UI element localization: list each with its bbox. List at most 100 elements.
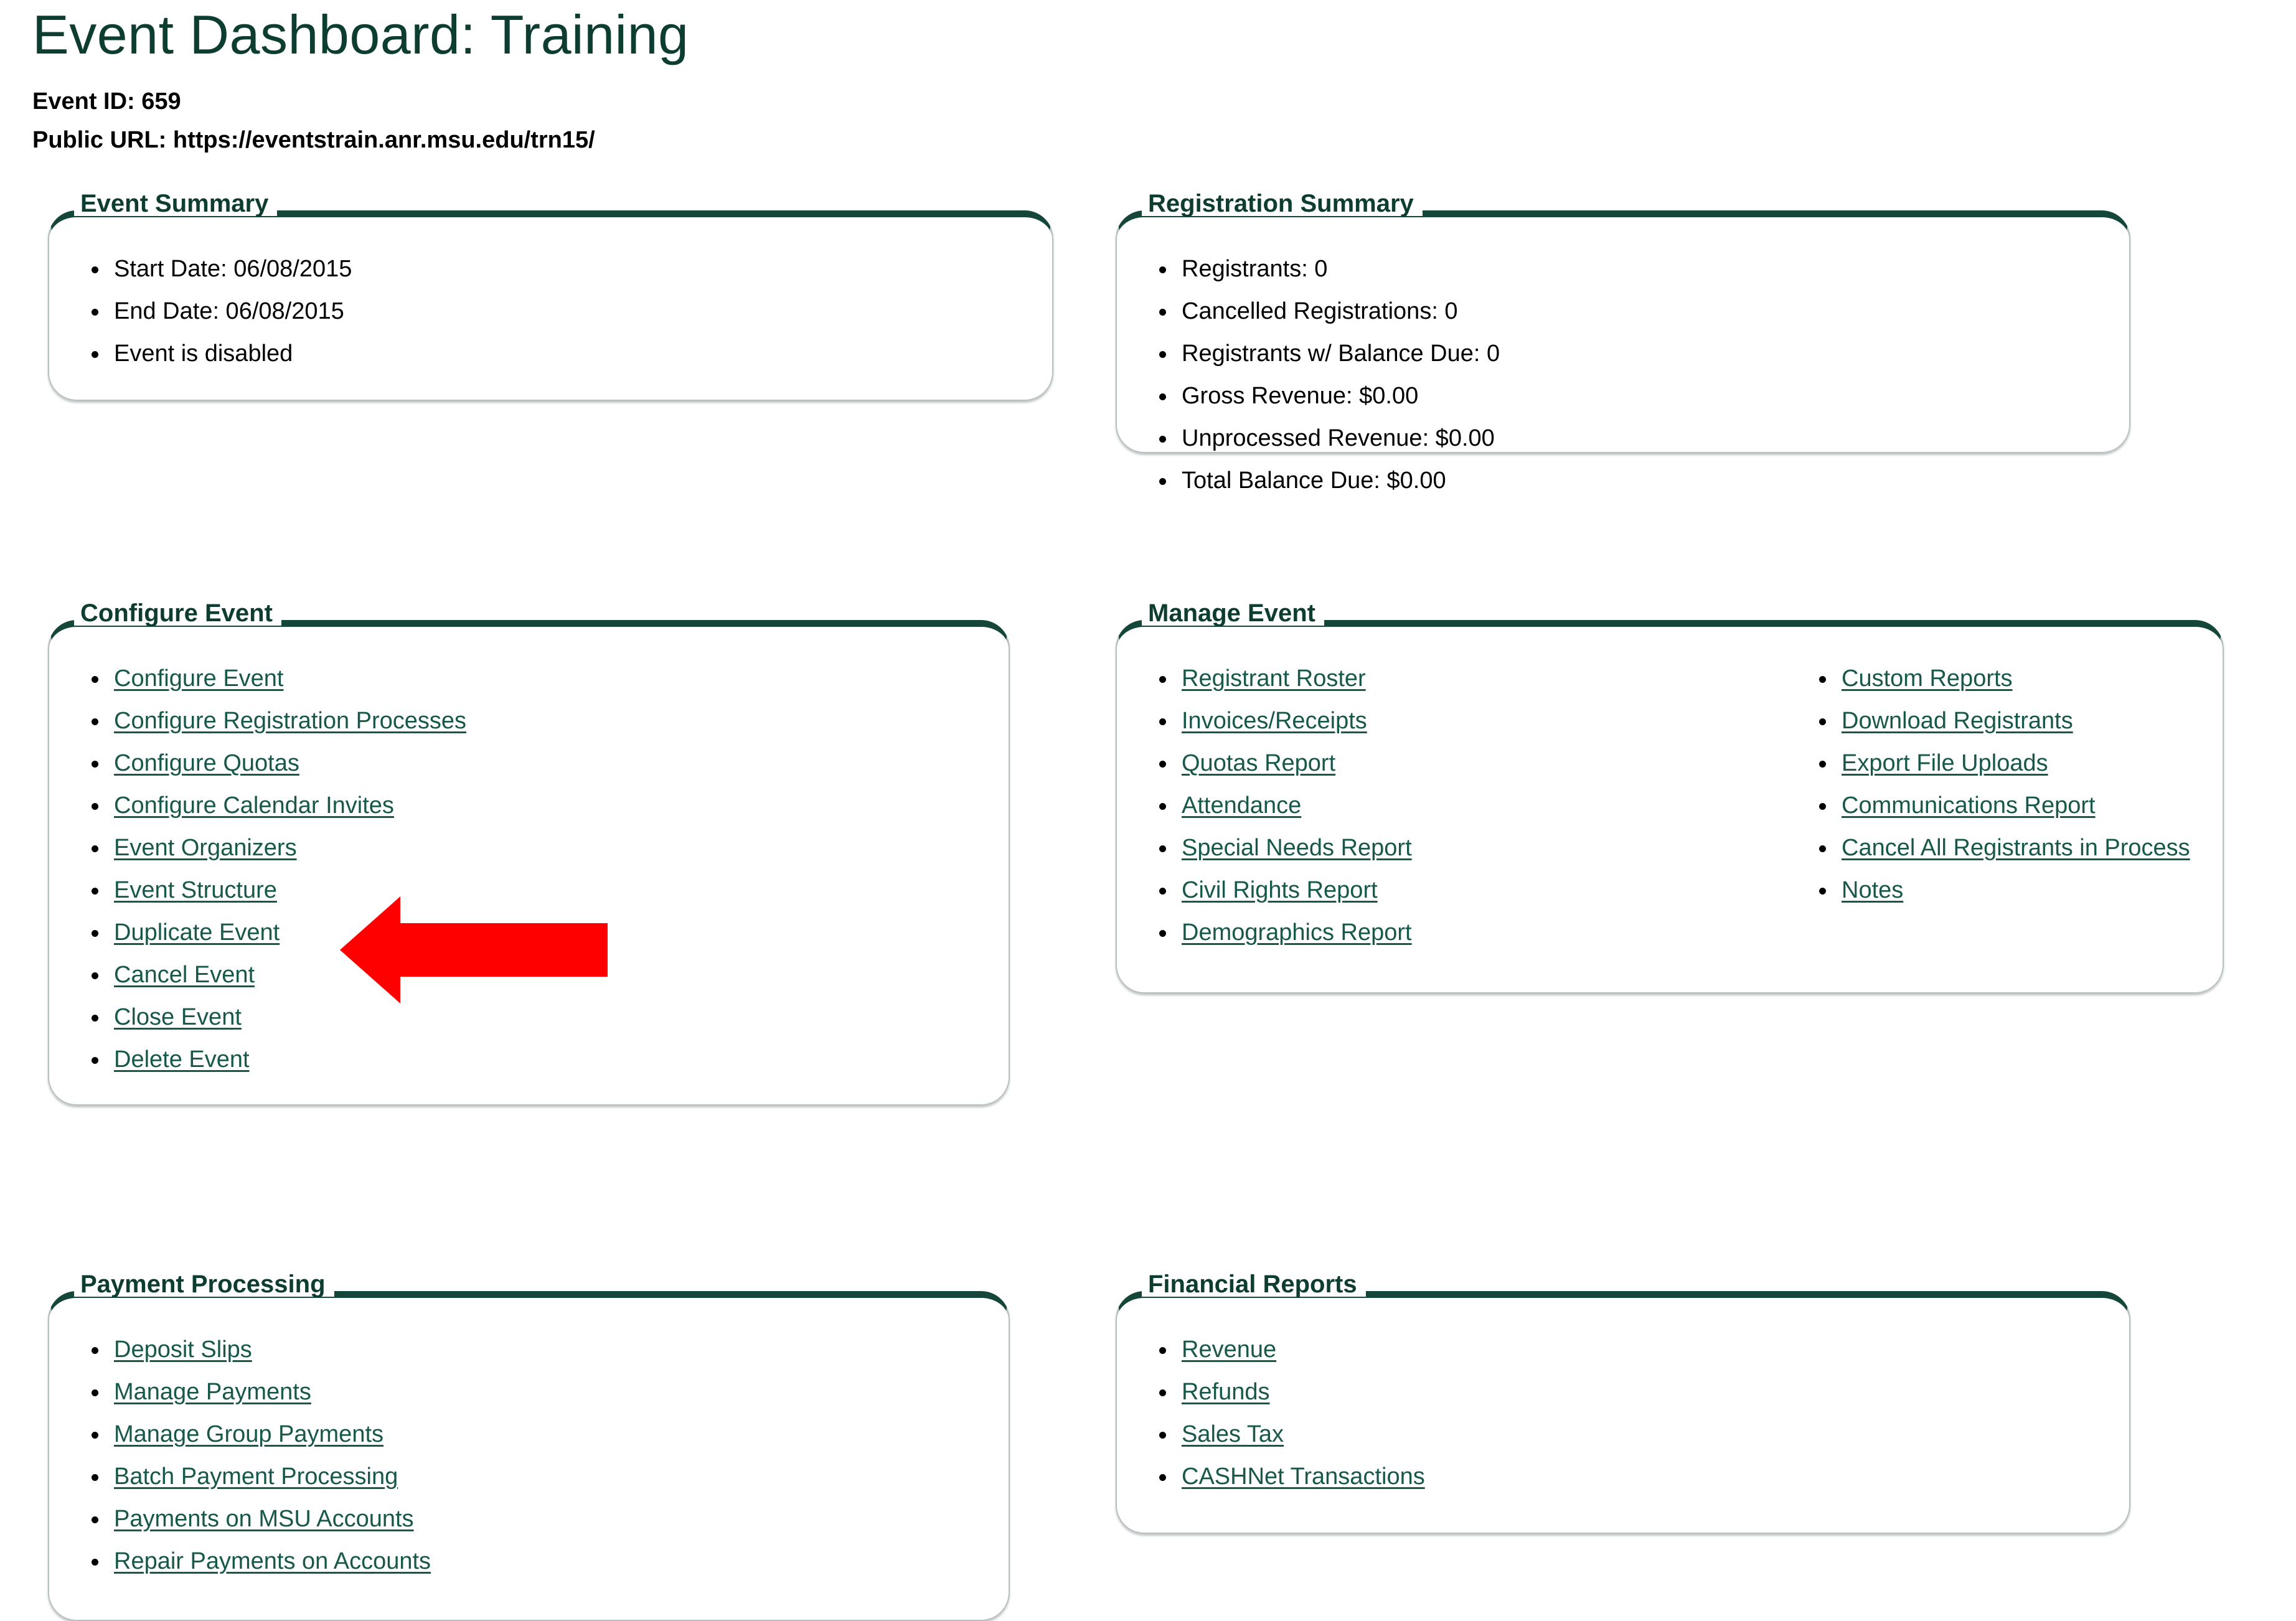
list-item: Manage Group Payments: [82, 1422, 976, 1446]
list-item: Delete Event: [82, 1048, 976, 1071]
link-manage-payments[interactable]: Manage Payments: [114, 1379, 311, 1405]
event-summary-start-date: Start Date: 06/08/2015: [114, 255, 352, 282]
panel-financial-reports-body: Revenue Refunds Sales Tax CASHNet Transa…: [1124, 1302, 2122, 1513]
list-item: Gross Revenue: $0.00: [1149, 384, 2097, 408]
link-delete-event[interactable]: Delete Event: [114, 1046, 250, 1073]
link-communications-report[interactable]: Communications Report: [1842, 792, 2096, 819]
panels-container: Event Summary Start Date: 06/08/2015 End…: [0, 191, 2296, 1621]
list-item: CASHNet Transactions: [1149, 1465, 2097, 1488]
panel-configure-event: Configure Event Configure Event Configur…: [48, 601, 1010, 1106]
link-configure-registration-processes[interactable]: Configure Registration Processes: [114, 708, 466, 734]
link-revenue[interactable]: Revenue: [1182, 1337, 1276, 1363]
event-summary-end-date: End Date: 06/08/2015: [114, 298, 344, 324]
list-item: Configure Event: [82, 667, 976, 690]
list-item: Deposit Slips: [82, 1338, 976, 1361]
link-demographics-report[interactable]: Demographics Report: [1182, 919, 1412, 946]
link-civil-rights-report[interactable]: Civil Rights Report: [1182, 877, 1378, 903]
list-item: Notes: [1809, 878, 2190, 902]
list-item: Sales Tax: [1149, 1422, 2097, 1446]
link-cancel-all-registrants-in-process[interactable]: Cancel All Registrants in Process: [1842, 835, 2190, 861]
public-url-line: Public URL: https://eventstrain.anr.msu.…: [32, 127, 595, 154]
list-item: Manage Payments: [82, 1380, 976, 1404]
list-item: Total Balance Due: $0.00: [1149, 469, 2097, 492]
list-item: Registrants: 0: [1149, 257, 2097, 281]
panel-financial-reports-legend: Financial Reports: [1142, 1272, 1366, 1297]
list-item: Cancel All Registrants in Process: [1809, 836, 2190, 860]
link-manage-group-payments[interactable]: Manage Group Payments: [114, 1421, 383, 1447]
link-event-organizers[interactable]: Event Organizers: [114, 835, 297, 861]
reg-cancelled: Cancelled Registrations: 0: [1182, 298, 1458, 324]
manage-event-list-col2: Custom Reports Download Registrants Expo…: [1809, 667, 2190, 944]
link-quotas-report[interactable]: Quotas Report: [1182, 750, 1335, 776]
panel-payment-processing-legend: Payment Processing: [74, 1272, 334, 1297]
link-sales-tax[interactable]: Sales Tax: [1182, 1421, 1284, 1447]
panel-payment-processing-body: Deposit Slips Manage Payments Manage Gro…: [57, 1302, 1001, 1598]
list-item: Configure Quotas: [82, 751, 976, 775]
link-attendance[interactable]: Attendance: [1182, 792, 1301, 819]
panel-registration-summary-body: Registrants: 0 Cancelled Registrations: …: [1124, 221, 2122, 517]
list-item: Registrants w/ Balance Due: 0: [1149, 342, 2097, 365]
link-notes[interactable]: Notes: [1842, 877, 1903, 903]
panel-configure-event-body: Configure Event Configure Registration P…: [57, 631, 1001, 1096]
list-item: Civil Rights Report: [1149, 878, 1809, 902]
event-summary-list: Start Date: 06/08/2015 End Date: 06/08/2…: [82, 257, 1020, 365]
panel-row-actions: Configure Event Configure Event Configur…: [0, 601, 2296, 1193]
list-item: Configure Calendar Invites: [82, 794, 976, 817]
panel-financial-reports: Financial Reports Revenue Refunds Sales …: [1116, 1272, 2130, 1534]
link-batch-payment-processing[interactable]: Batch Payment Processing: [114, 1464, 398, 1490]
link-refunds[interactable]: Refunds: [1182, 1379, 1270, 1405]
list-item: Custom Reports: [1809, 667, 2190, 690]
payment-processing-list: Deposit Slips Manage Payments Manage Gro…: [82, 1338, 976, 1573]
link-download-registrants[interactable]: Download Registrants: [1842, 708, 2073, 734]
link-repair-payments-on-accounts[interactable]: Repair Payments on Accounts: [114, 1548, 431, 1574]
list-item: Quotas Report: [1149, 751, 1809, 775]
link-cancel-event[interactable]: Cancel Event: [114, 962, 255, 988]
list-item: Attendance: [1149, 794, 1809, 817]
link-payments-on-msu-accounts[interactable]: Payments on MSU Accounts: [114, 1506, 414, 1532]
list-item: Configure Registration Processes: [82, 709, 976, 733]
event-summary-status: Event is disabled: [114, 340, 293, 367]
manage-event-list-col1: Registrant Roster Invoices/Receipts Quot…: [1149, 667, 1809, 944]
panel-manage-event-body: Registrant Roster Invoices/Receipts Quot…: [1124, 631, 2215, 969]
list-item: Start Date: 06/08/2015: [82, 257, 1020, 281]
panel-manage-event-legend: Manage Event: [1142, 601, 1324, 626]
panel-configure-event-legend: Configure Event: [74, 601, 281, 626]
panel-manage-event: Manage Event Registrant Roster Invoices/…: [1116, 601, 2224, 994]
financial-reports-list: Revenue Refunds Sales Tax CASHNet Transa…: [1149, 1338, 2097, 1488]
link-cashnet-transactions[interactable]: CASHNet Transactions: [1182, 1464, 1425, 1490]
link-duplicate-event[interactable]: Duplicate Event: [114, 919, 280, 946]
reg-balance-due-count: Registrants w/ Balance Due: 0: [1182, 340, 1500, 367]
panel-row-summary: Event Summary Start Date: 06/08/2015 End…: [0, 191, 2296, 522]
list-item: Export File Uploads: [1809, 751, 2190, 775]
link-deposit-slips[interactable]: Deposit Slips: [114, 1337, 252, 1363]
link-special-needs-report[interactable]: Special Needs Report: [1182, 835, 1412, 861]
list-item: Cancelled Registrations: 0: [1149, 299, 2097, 323]
link-registrant-roster[interactable]: Registrant Roster: [1182, 665, 1366, 692]
list-item: Special Needs Report: [1149, 836, 1809, 860]
list-item: Duplicate Event: [82, 921, 976, 944]
reg-total-balance-due: Total Balance Due: $0.00: [1182, 467, 1446, 494]
link-invoices-receipts[interactable]: Invoices/Receipts: [1182, 708, 1367, 734]
link-export-file-uploads[interactable]: Export File Uploads: [1842, 750, 2048, 776]
list-item: Repair Payments on Accounts: [82, 1549, 976, 1573]
list-item: Unprocessed Revenue: $0.00: [1149, 426, 2097, 450]
panel-event-summary-body: Start Date: 06/08/2015 End Date: 06/08/2…: [57, 221, 1045, 390]
link-custom-reports[interactable]: Custom Reports: [1842, 665, 2013, 692]
list-item: Download Registrants: [1809, 709, 2190, 733]
link-configure-calendar-invites[interactable]: Configure Calendar Invites: [114, 792, 394, 819]
configure-event-list: Configure Event Configure Registration P…: [82, 667, 976, 1071]
link-close-event[interactable]: Close Event: [114, 1004, 242, 1030]
page-header: Event Dashboard: Training Event ID: 659 …: [32, 6, 2274, 152]
list-item: Registrant Roster: [1149, 667, 1809, 690]
list-item: Refunds: [1149, 1380, 2097, 1404]
list-item: Invoices/Receipts: [1149, 709, 1809, 733]
reg-gross-revenue: Gross Revenue: $0.00: [1182, 382, 1419, 409]
list-item: Batch Payment Processing: [82, 1465, 976, 1488]
link-configure-quotas[interactable]: Configure Quotas: [114, 750, 299, 776]
link-configure-event[interactable]: Configure Event: [114, 665, 284, 692]
list-item: Cancel Event: [82, 963, 976, 987]
link-event-structure[interactable]: Event Structure: [114, 877, 277, 903]
panel-event-summary: Event Summary Start Date: 06/08/2015 End…: [48, 191, 1053, 401]
event-id-line: Event ID: 659: [32, 88, 181, 115]
list-item: End Date: 06/08/2015: [82, 299, 1020, 323]
